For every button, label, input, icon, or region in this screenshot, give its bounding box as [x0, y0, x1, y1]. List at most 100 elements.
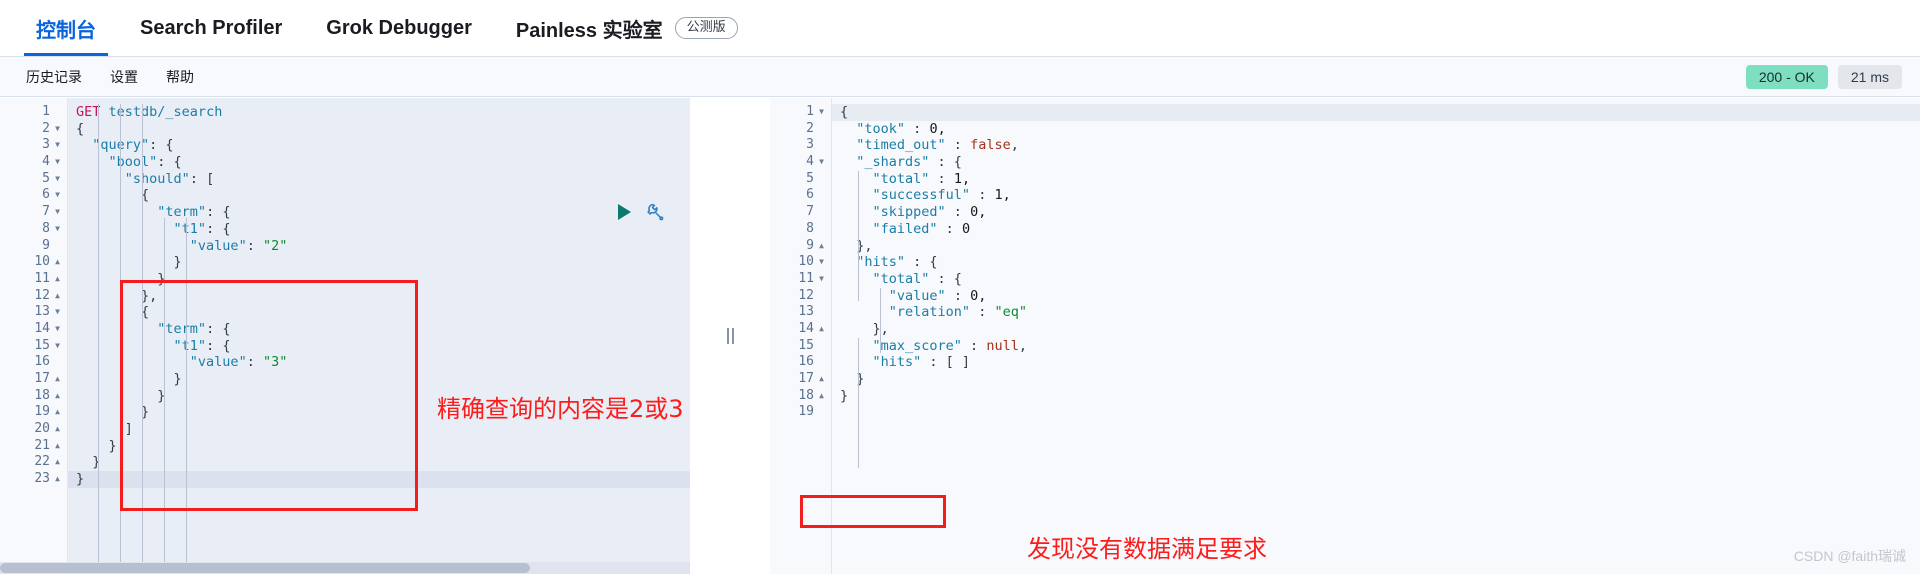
code-token: "3" [262, 354, 288, 371]
response-code-line[interactable]: "relation" : "eq" [832, 304, 1920, 321]
fold-down-icon[interactable]: ▼ [52, 171, 63, 188]
response-code-line[interactable]: "timed_out" : false, [832, 137, 1920, 154]
topnav-item-3[interactable]: Grok Debugger [304, 0, 494, 56]
request-code-line[interactable]: "value": "2" [68, 238, 690, 255]
request-code-line[interactable]: }, [68, 288, 690, 305]
response-code-line[interactable]: "successful" : 1, [832, 187, 1920, 204]
fold-down-icon[interactable]: ▼ [816, 254, 827, 271]
topnav-item-1[interactable]: 控制台 [14, 0, 118, 56]
pane-resize-handle[interactable] [700, 98, 760, 574]
response-code-line[interactable]: "hits" : [ ] [832, 354, 1920, 371]
request-line-number: 6 ▼ [0, 187, 67, 204]
fold-up-icon[interactable]: ▲ [816, 238, 827, 255]
fold-down-icon[interactable]: ▼ [52, 121, 63, 138]
response-viewer-pane[interactable]: 1▼2▼3▼4▼5▼6▼7▼8▼9▲10▼11▼12▼13▼14▲15▼16▼1… [770, 98, 1920, 574]
request-line-number: 10 ▲ [0, 254, 67, 271]
request-code-line[interactable]: } [68, 271, 690, 288]
request-code-line[interactable]: "bool": { [68, 154, 690, 171]
fold-down-icon[interactable]: ▼ [816, 271, 827, 288]
topnav-item-4[interactable]: Painless 实验室 公测版 [494, 0, 760, 56]
fold-up-icon[interactable]: ▲ [52, 371, 63, 388]
request-code-area[interactable]: GET testdb/_search{ "query": { "bool": {… [68, 98, 690, 574]
fold-up-icon[interactable]: ▲ [52, 421, 63, 438]
fold-up-icon[interactable]: ▲ [52, 271, 63, 288]
response-code-line[interactable]: }, [832, 238, 1920, 255]
response-code-line[interactable]: "skipped" : 0, [832, 204, 1920, 221]
request-code-line[interactable]: } [68, 454, 690, 471]
request-code-line[interactable]: "value": "3" [68, 354, 690, 371]
response-line-number-gutter[interactable]: 1▼2▼3▼4▼5▼6▼7▼8▼9▲10▼11▼12▼13▼14▲15▼16▼1… [770, 98, 832, 574]
fold-up-icon[interactable]: ▲ [52, 404, 63, 421]
code-token: "total" [872, 270, 930, 287]
response-code-line[interactable]: "failed" : 0 [832, 221, 1920, 238]
response-code-line[interactable]: { [832, 104, 1920, 121]
fold-up-icon[interactable]: ▲ [52, 471, 63, 488]
response-code-line[interactable]: "max_score" : null, [832, 338, 1920, 355]
request-code-line[interactable]: } [68, 371, 690, 388]
code-token: : [905, 120, 930, 137]
response-code-line[interactable]: }, [832, 321, 1920, 338]
response-code-line[interactable]: "_shards" : { [832, 154, 1920, 171]
code-token: : { [929, 270, 962, 287]
subbar-item-1[interactable]: 历史记录 [12, 67, 96, 87]
response-code-line[interactable]: "total" : 1, [832, 171, 1920, 188]
response-code-line[interactable]: "took" : 0, [832, 121, 1920, 138]
request-code-line[interactable]: "should": [ [68, 171, 690, 188]
fold-up-icon[interactable]: ▲ [816, 371, 827, 388]
response-code-line[interactable]: "hits" : { [832, 254, 1920, 271]
fold-down-icon[interactable]: ▼ [52, 338, 63, 355]
request-horizontal-scrollbar[interactable] [0, 562, 690, 574]
request-code-line[interactable]: { [68, 187, 690, 204]
request-code-line[interactable]: "query": { [68, 137, 690, 154]
wrench-icon[interactable] [645, 202, 665, 222]
fold-up-icon[interactable]: ▲ [816, 388, 827, 405]
fold-up-icon[interactable]: ▲ [52, 388, 63, 405]
request-code-line[interactable]: } [68, 438, 690, 455]
request-code-line[interactable]: } [68, 471, 690, 488]
request-code-line[interactable]: "t1": { [68, 221, 690, 238]
fold-down-icon[interactable]: ▼ [52, 137, 63, 154]
fold-down-icon[interactable]: ▼ [52, 204, 63, 221]
response-code-line[interactable]: "value" : 0, [832, 288, 1920, 305]
fold-down-icon[interactable]: ▼ [52, 321, 63, 338]
subbar-item-3[interactable]: 帮助 [152, 67, 208, 87]
request-code-line[interactable]: } [68, 254, 690, 271]
fold-up-icon[interactable]: ▲ [52, 454, 63, 471]
request-line-number: 1▼ [42, 104, 50, 119]
play-icon[interactable] [618, 204, 631, 220]
fold-down-icon[interactable]: ▼ [52, 221, 63, 238]
request-code-line[interactable]: "t1": { [68, 338, 690, 355]
fold-down-icon[interactable]: ▼ [816, 104, 827, 121]
code-token: : [937, 220, 962, 237]
response-code-line[interactable] [832, 404, 1920, 421]
fold-down-icon[interactable]: ▼ [52, 154, 63, 171]
request-code-line[interactable]: GET testdb/_search [68, 104, 690, 121]
request-editor-pane[interactable]: 1▼2▼3▼4▼5▼6▼7▼8▼9▼10▲11▲12▲13▼14▼15▼16▼1… [0, 98, 690, 574]
code-token: }, [840, 320, 889, 337]
fold-up-icon[interactable]: ▲ [816, 321, 827, 338]
fold-up-icon[interactable]: ▲ [52, 254, 63, 271]
code-token: { [840, 104, 849, 120]
scrollbar-thumb[interactable] [0, 563, 530, 573]
fold-up-icon[interactable]: ▲ [52, 288, 63, 305]
response-code-line[interactable]: "total" : { [832, 271, 1920, 288]
request-code-line[interactable]: "term": { [68, 321, 690, 338]
response-code-line[interactable]: } [832, 371, 1920, 388]
fold-down-icon[interactable]: ▼ [816, 154, 827, 171]
request-code-line[interactable]: "term": { [68, 204, 690, 221]
request-code-line[interactable]: { [68, 121, 690, 138]
request-line-number-gutter[interactable]: 1▼2▼3▼4▼5▼6▼7▼8▼9▼10▲11▲12▲13▼14▼15▼16▼1… [0, 98, 68, 574]
response-code-area[interactable]: { "took" : 0, "timed_out" : false, "_sha… [832, 98, 1920, 574]
topnav-item-2[interactable]: Search Profiler [118, 0, 304, 56]
request-code-line[interactable]: { [68, 304, 690, 321]
subbar-item-2[interactable]: 设置 [96, 67, 152, 87]
code-token: : [961, 337, 987, 354]
fold-down-icon[interactable]: ▼ [52, 187, 63, 204]
response-line-number: 12▼ [798, 287, 814, 303]
response-code-line[interactable]: } [832, 388, 1920, 405]
fold-down-icon[interactable]: ▼ [52, 304, 63, 321]
fold-up-icon[interactable]: ▲ [52, 438, 63, 455]
